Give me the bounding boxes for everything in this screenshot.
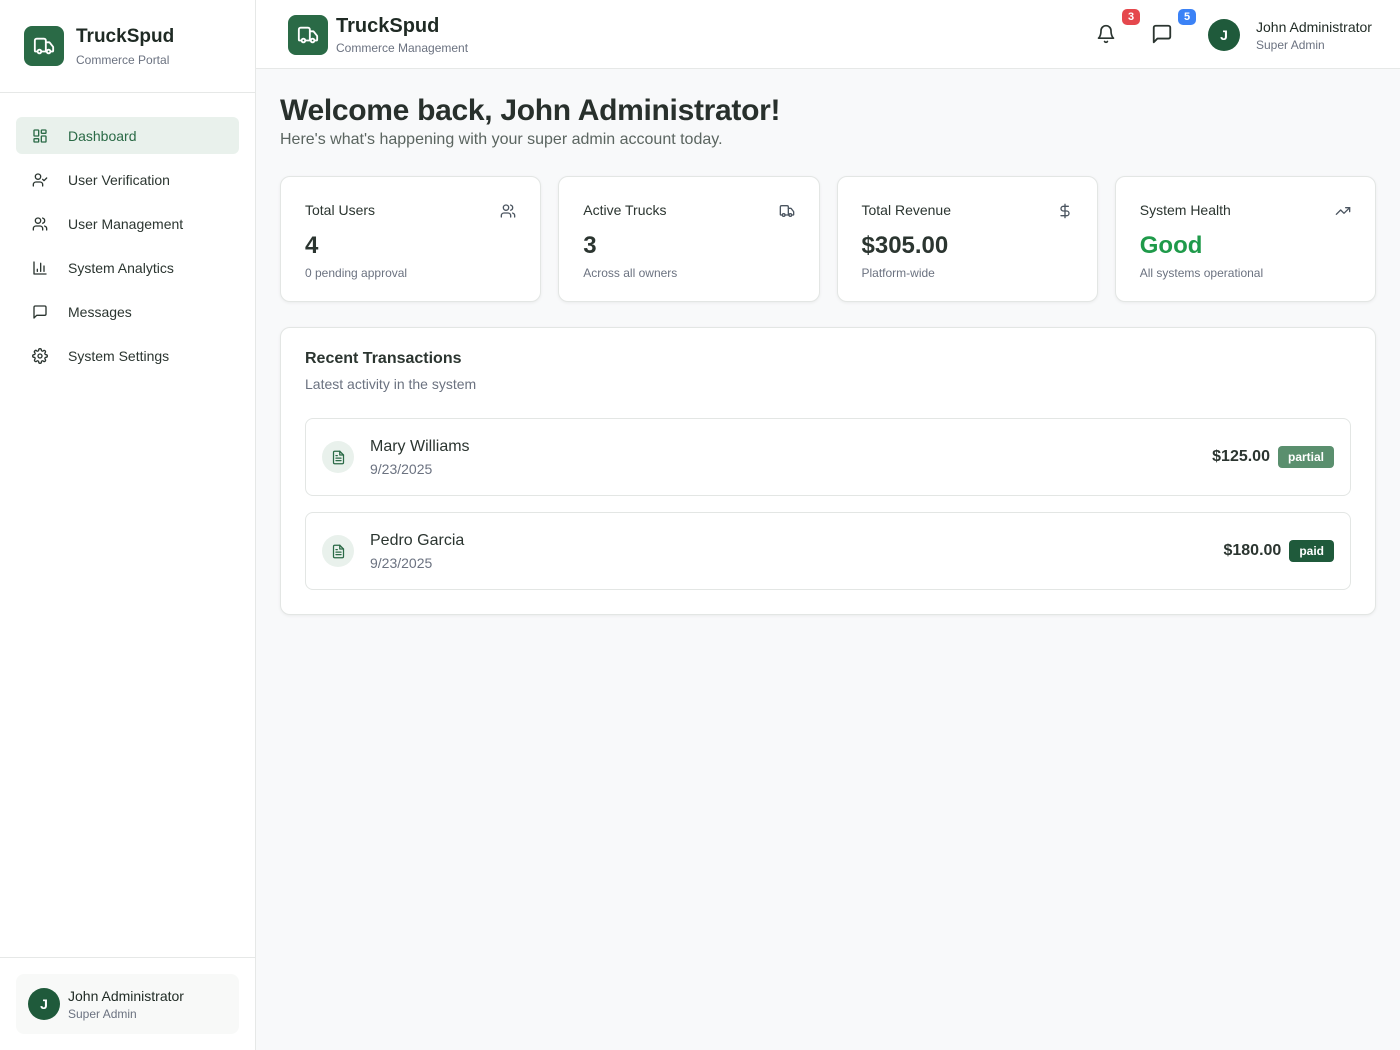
sidebar-item-label: Messages xyxy=(68,303,132,320)
sidebar: TruckSpud Commerce Portal Dashboard User… xyxy=(0,0,256,1050)
transaction-name: Mary Williams xyxy=(370,438,470,455)
stat-note: 0 pending approval xyxy=(305,266,408,280)
transaction-row[interactable]: Pedro Garcia 9/23/2025 $180.00 paid xyxy=(305,512,1351,590)
stat-title: Total Revenue xyxy=(861,202,952,218)
header-user-name: John Administrator xyxy=(1256,19,1372,35)
stat-value: 3 xyxy=(583,232,597,259)
stat-card-active-trucks: Active Trucks 3 Across all owners xyxy=(558,176,820,302)
stat-card-system-health: System Health Good All systems operation… xyxy=(1114,176,1376,302)
truck-icon xyxy=(779,203,795,219)
stat-value: $305.00 xyxy=(861,232,949,259)
sidebar-item-label: System Analytics xyxy=(68,259,174,276)
message-count-badge: 5 xyxy=(1178,9,1196,25)
sidebar-user-card[interactable]: J John Administrator Super Admin xyxy=(16,974,239,1034)
user-check-icon xyxy=(32,172,48,188)
transaction-amount: $180.00 xyxy=(1223,542,1282,559)
header-brand-title: TruckSpud xyxy=(336,15,440,37)
sidebar-brand-title: TruckSpud xyxy=(76,26,175,47)
section-subtitle: Latest activity in the system xyxy=(305,376,477,392)
stat-value: 4 xyxy=(305,232,319,259)
stats-row: Total Users 4 0 pending approval Active … xyxy=(280,176,1376,302)
transaction-name: Pedro Garcia xyxy=(370,532,465,549)
transaction-list: Mary Williams 9/23/2025 $125.00 partial … xyxy=(305,418,1351,590)
sidebar-item-dashboard[interactable]: Dashboard xyxy=(16,117,239,154)
users-icon xyxy=(32,216,48,232)
sidebar-item-label: System Settings xyxy=(68,347,170,364)
sidebar-user-section: J John Administrator Super Admin xyxy=(0,957,255,1050)
sidebar-item-user-management[interactable]: User Management xyxy=(16,205,239,242)
status-badge: partial xyxy=(1277,446,1334,468)
sidebar-user-role: Super Admin xyxy=(68,1007,137,1021)
notification-count-badge: 3 xyxy=(1122,9,1140,25)
notifications-button[interactable]: 3 xyxy=(1094,9,1140,46)
sidebar-nav: Dashboard User Verification User Managem… xyxy=(0,93,255,374)
bar-chart-icon xyxy=(32,260,48,276)
stat-note: All systems operational xyxy=(1139,266,1264,280)
users-icon xyxy=(500,203,516,219)
dashboard-icon xyxy=(32,128,48,144)
stat-title: System Health xyxy=(1139,202,1231,218)
page-subtitle: Here's what's happening with your super … xyxy=(280,131,723,148)
sidebar-item-label: User Verification xyxy=(68,171,170,188)
main-content: Welcome back, John Administrator! Here's… xyxy=(280,93,1376,615)
status-badge: paid xyxy=(1289,540,1334,562)
sidebar-brand: TruckSpud Commerce Portal xyxy=(0,0,255,93)
stat-note: Platform-wide xyxy=(861,266,935,280)
stat-title: Total Users xyxy=(305,202,376,218)
stat-note: Across all owners xyxy=(583,266,678,280)
sidebar-item-user-verification[interactable]: User Verification xyxy=(16,161,239,198)
transaction-date: 9/23/2025 xyxy=(370,461,433,477)
avatar: J xyxy=(1208,19,1240,51)
truck-logo-icon xyxy=(24,26,64,66)
document-icon xyxy=(322,441,354,473)
bell-icon xyxy=(1096,24,1116,44)
stat-value: Good xyxy=(1139,232,1203,259)
avatar: J xyxy=(28,988,60,1020)
stat-title: Active Trucks xyxy=(583,202,667,218)
header-user-role: Super Admin xyxy=(1256,38,1325,52)
dollar-icon xyxy=(1057,203,1073,219)
message-icon xyxy=(32,304,48,320)
sidebar-item-system-analytics[interactable]: System Analytics xyxy=(16,249,239,286)
sidebar-user-name: John Administrator xyxy=(68,988,184,1004)
header-brand-subtitle: Commerce Management xyxy=(336,41,469,55)
trending-up-icon xyxy=(1335,203,1351,219)
document-icon xyxy=(322,535,354,567)
sidebar-item-messages[interactable]: Messages xyxy=(16,293,239,330)
recent-transactions-card: Recent Transactions Latest activity in t… xyxy=(280,327,1376,615)
section-title: Recent Transactions xyxy=(305,350,462,367)
sidebar-brand-subtitle: Commerce Portal xyxy=(76,53,170,67)
stat-card-total-users: Total Users 4 0 pending approval xyxy=(280,176,542,302)
transaction-row[interactable]: Mary Williams 9/23/2025 $125.00 partial xyxy=(305,418,1351,496)
header-brand: TruckSpud Commerce Management xyxy=(288,14,468,55)
page-title: Welcome back, John Administrator! xyxy=(280,94,781,127)
message-icon xyxy=(1151,23,1173,45)
top-header: TruckSpud Commerce Management 3 5 J John… xyxy=(256,0,1400,69)
truck-logo-icon xyxy=(288,14,328,55)
transaction-amount: $125.00 xyxy=(1212,448,1270,465)
messages-button[interactable]: 5 xyxy=(1150,9,1196,46)
sidebar-item-label: Dashboard xyxy=(68,127,137,144)
stat-card-total-revenue: Total Revenue $305.00 Platform-wide xyxy=(836,176,1098,302)
gear-icon xyxy=(32,347,48,364)
transaction-date: 9/23/2025 xyxy=(370,555,433,571)
header-user-menu[interactable]: J John Administrator Super Admin xyxy=(1208,18,1372,52)
sidebar-item-system-settings[interactable]: System Settings xyxy=(16,337,239,374)
sidebar-item-label: User Management xyxy=(68,215,184,232)
